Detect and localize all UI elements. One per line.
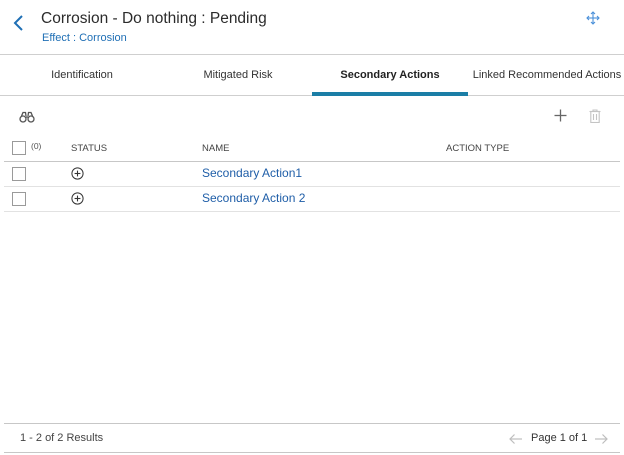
next-page-button[interactable] [594,432,608,444]
results-count: 1 - 2 of 2 Results [20,432,104,444]
chevron-left-icon [13,15,23,31]
row-checkbox[interactable] [12,167,26,181]
grid-footer: 1 - 2 of 2 Results Page 1 of 1 [4,423,620,453]
column-header-status[interactable]: STATUS [71,143,107,154]
row-name-link[interactable]: Secondary Action1 [202,166,302,180]
page-title: Corrosion - Do nothing : Pending [41,10,267,27]
row-status[interactable] [71,192,84,205]
table-row: Secondary Action1 [4,162,620,187]
selected-count: (0) [31,141,42,151]
plus-icon [554,109,567,122]
binoculars-icon [19,111,35,123]
delete-button[interactable] [589,109,601,128]
tab-secondary-actions[interactable]: Secondary Actions [312,56,468,96]
tab-linked-recommended-actions[interactable]: Linked Recommended Actions [470,56,624,96]
row-status[interactable] [71,167,84,180]
record-header: Corrosion - Do nothing : Pending Effect … [0,0,624,55]
tab-bar: Identification Mitigated Risk Secondary … [0,56,624,96]
move-arrows-icon [586,11,600,25]
secondary-actions-grid: (0) STATUS NAME ACTION TYPE Secondary Ac… [4,137,620,212]
page-indicator: Page 1 of 1 [531,432,588,444]
table-row: Secondary Action 2 [4,187,620,212]
tab-identification[interactable]: Identification [0,56,164,96]
active-tab-indicator [312,92,468,96]
column-header-name[interactable]: NAME [202,143,229,154]
tab-mitigated-risk[interactable]: Mitigated Risk [160,56,316,96]
plus-circle-icon [71,192,84,205]
grid-header: (0) STATUS NAME ACTION TYPE [4,137,620,162]
page-subtitle: Effect : Corrosion [42,32,127,44]
row-name-link[interactable]: Secondary Action 2 [202,191,305,205]
move-button[interactable] [585,10,601,26]
column-header-action-type[interactable]: ACTION TYPE [446,143,509,154]
back-button[interactable] [10,12,28,34]
arrow-left-icon [509,434,522,444]
select-all-checkbox[interactable] [12,141,26,155]
search-button[interactable] [19,110,35,128]
row-checkbox[interactable] [12,192,26,206]
add-button[interactable] [554,109,567,127]
arrow-right-icon [595,434,608,444]
plus-circle-icon [71,167,84,180]
previous-page-button[interactable] [509,432,523,444]
trash-icon [589,109,601,124]
